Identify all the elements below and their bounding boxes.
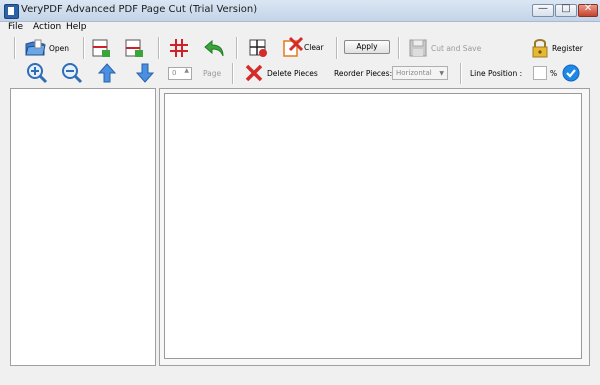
page-number-value: 0 (172, 69, 177, 77)
remove-lines-button[interactable] (248, 38, 268, 58)
view-toolbar: 0 ▲ Page Delete Pieces Reorder Pieces: H… (0, 61, 600, 86)
delete-pieces-button[interactable]: Delete Pieces (244, 63, 318, 83)
open-label: Open (49, 43, 70, 53)
undo-button[interactable] (204, 38, 226, 58)
next-page-button[interactable] (135, 62, 155, 84)
minimize-icon: — (538, 3, 548, 14)
reorder-pieces-select[interactable]: Horizontal ▼ (392, 66, 448, 80)
cut-and-save-button[interactable]: Cut and Save (408, 38, 481, 58)
page-preview-canvas[interactable] (164, 93, 582, 359)
open-button[interactable]: Open (24, 38, 69, 58)
register-button[interactable]: Register (531, 37, 583, 59)
clear-icon (283, 36, 303, 57)
zoom-out-icon (62, 63, 83, 84)
grid-icon (170, 39, 188, 57)
confirm-position-button[interactable] (562, 64, 580, 82)
page-number-spinner[interactable]: 0 ▲ (168, 67, 192, 80)
page-thumbnail-panel[interactable] (10, 88, 156, 366)
delete-pieces-label: Delete Pieces (267, 68, 318, 78)
line-position-label: Line Position : (470, 69, 523, 78)
cut-and-save-label: Cut and Save (431, 43, 482, 53)
arrow-up-icon (97, 63, 117, 83)
status-bar (0, 370, 600, 385)
vertical-line-add-icon (125, 39, 143, 57)
undo-arrow-icon (204, 39, 224, 57)
grid-cut-button[interactable] (169, 38, 189, 58)
maximize-icon: □ (561, 3, 571, 14)
previous-page-button[interactable] (97, 62, 117, 84)
reorder-pieces-label: Reorder Pieces: (334, 69, 393, 78)
minimize-button[interactable]: — (532, 3, 554, 17)
close-button[interactable]: ✕ (578, 3, 598, 17)
clear-label: Clear (304, 42, 324, 52)
dropdown-arrow-icon: ▼ (439, 70, 444, 77)
menu-bar: File Action Help (0, 21, 600, 35)
spinner-arrows-icon: ▲ (184, 67, 189, 74)
title-bar: VeryPDF Advanced PDF Page Cut (Trial Ver… (0, 0, 600, 22)
arrow-down-icon (135, 63, 155, 83)
zoom-in-icon (27, 63, 48, 84)
zoom-in-button[interactable] (26, 62, 48, 84)
percent-label: % (550, 69, 558, 78)
close-icon: ✕ (583, 3, 593, 14)
register-label: Register (552, 43, 583, 53)
app-icon (4, 4, 19, 19)
horizontal-line-add-icon (92, 39, 110, 57)
reorder-pieces-value: Horizontal (396, 69, 432, 77)
menu-action[interactable]: Action (33, 22, 61, 32)
cross-lines-remove-icon (249, 39, 267, 57)
delete-x-icon (245, 64, 263, 82)
maximize-button[interactable]: □ (555, 3, 577, 17)
clear-button[interactable]: Clear (281, 36, 324, 58)
insert-horizontal-line-button[interactable] (91, 38, 111, 58)
menu-file[interactable]: File (8, 22, 23, 32)
line-position-input[interactable] (533, 66, 547, 80)
insert-vertical-line-button[interactable] (124, 38, 144, 58)
open-folder-icon (25, 39, 46, 56)
page-label: Page (203, 69, 222, 78)
menu-help[interactable]: Help (66, 22, 87, 32)
apply-button[interactable]: Apply (344, 40, 390, 54)
zoom-out-button[interactable] (61, 62, 83, 84)
main-toolbar: Open Clear Apply Cut and Save Register (0, 35, 600, 61)
window-title: VeryPDF Advanced PDF Page Cut (Trial Ver… (21, 4, 258, 15)
lock-icon (532, 39, 548, 58)
save-disk-icon (409, 39, 427, 57)
checkmark-icon (562, 64, 580, 82)
